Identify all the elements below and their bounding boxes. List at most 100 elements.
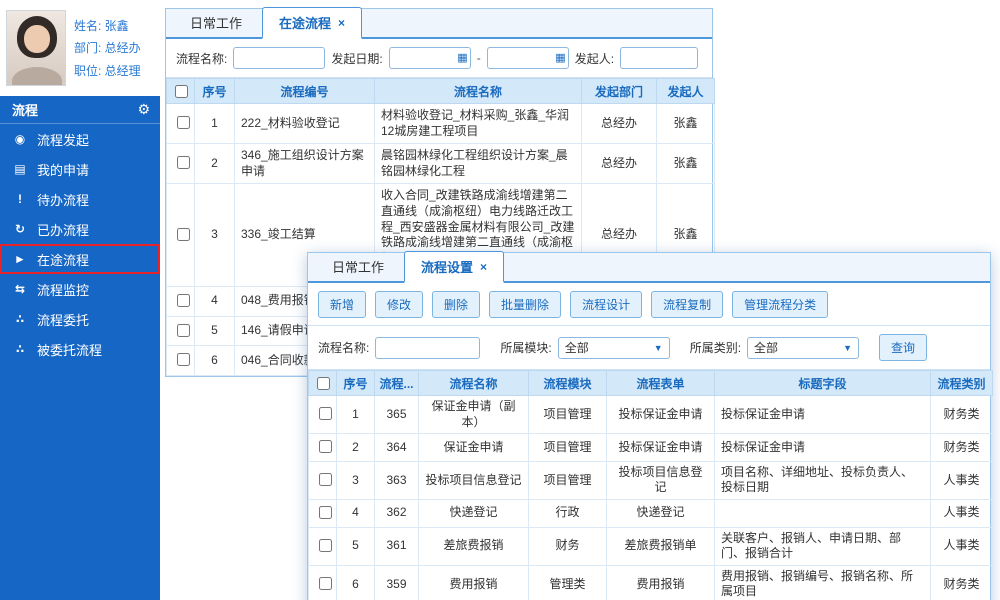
tab-label: 流程设置 bbox=[421, 257, 473, 276]
toolbar-button[interactable]: 修改 bbox=[375, 291, 423, 318]
window2-toolbar: 新增 修改 删除 批量删除 流程设计 流程复制 管理流程分类 bbox=[308, 283, 990, 326]
toolbar-button[interactable]: 删除 bbox=[432, 291, 480, 318]
close-tab-icon[interactable]: × bbox=[338, 17, 345, 29]
row-checkbox[interactable] bbox=[177, 353, 190, 366]
sidebar-menu-item[interactable]: ∴ 被委托流程 bbox=[0, 334, 160, 364]
row-checkbox[interactable] bbox=[319, 473, 332, 486]
process-definition-row[interactable]: 2 364 保证金申请 项目管理 投标保证金申请 投标保证金申请 财务类 bbox=[309, 434, 993, 462]
cell-process-name: 投标项目信息登记 bbox=[419, 461, 529, 499]
process-definition-row[interactable]: 6 359 费用报销 管理类 费用报销 费用报销、报销编号、报销名称、所属项目 … bbox=[309, 565, 993, 600]
chevron-down-icon: ▼ bbox=[843, 343, 852, 353]
col-header-title-fields: 标题字段 bbox=[715, 371, 931, 396]
process-name-input-2[interactable] bbox=[375, 337, 480, 359]
select-all-checkbox[interactable] bbox=[175, 85, 188, 98]
sidebar-menu-item[interactable]: ! 待办流程 bbox=[0, 184, 160, 214]
sidebar-menu-item[interactable]: ∴ 流程委托 bbox=[0, 304, 160, 334]
cell-form: 费用报销 bbox=[607, 565, 715, 600]
cell-process-code: 365 bbox=[375, 396, 419, 434]
cell-module: 财务 bbox=[529, 527, 607, 565]
row-checkbox[interactable] bbox=[319, 440, 332, 453]
process-settings-table: 序号 流程... 流程名称 流程模块 流程表单 标题字段 流程类别 1 365 … bbox=[308, 370, 993, 600]
cell-process-code: 346_施工组织设计方案申请 bbox=[235, 144, 375, 184]
gear-icon[interactable]: ⚙ bbox=[137, 101, 150, 118]
cell-category: 财务类 bbox=[931, 434, 993, 462]
cell-category: 人事类 bbox=[931, 461, 993, 499]
col-header-process-code: 流程... bbox=[375, 371, 419, 396]
initiator-input[interactable] bbox=[620, 47, 698, 69]
process-name-label: 流程名称: bbox=[176, 50, 227, 67]
avatar bbox=[6, 10, 66, 86]
toolbar-button[interactable]: 批量删除 bbox=[489, 291, 561, 318]
tab-process-settings[interactable]: 流程设置 × bbox=[404, 251, 504, 283]
sidebar-menu-item[interactable]: ◉ 流程发起 bbox=[0, 124, 160, 154]
process-name-label-2: 流程名称: bbox=[318, 339, 369, 356]
row-checkbox[interactable] bbox=[319, 539, 332, 552]
menu-item-label: 待办流程 bbox=[37, 190, 89, 209]
row-checkbox[interactable] bbox=[319, 506, 332, 519]
cell-no: 6 bbox=[337, 565, 375, 600]
cell-initiator: 张鑫 bbox=[657, 104, 715, 144]
col-header-no: 序号 bbox=[337, 371, 375, 396]
toolbar-button[interactable]: 流程设计 bbox=[570, 291, 642, 318]
cell-process-name: 晨铭园林绿化工程组织设计方案_晨铭园林绿化工程 bbox=[375, 144, 582, 184]
menu-item-label: 我的申请 bbox=[37, 160, 89, 179]
cell-title-fields: 投标保证金申请 bbox=[715, 434, 931, 462]
cell-process-code: 359 bbox=[375, 565, 419, 600]
process-definition-row[interactable]: 1 365 保证金申请（副本） 项目管理 投标保证金申请 投标保证金申请 财务类 bbox=[309, 396, 993, 434]
close-tab-icon[interactable]: × bbox=[480, 261, 487, 273]
cell-process-name: 材料验收登记_材料采购_张鑫_华润12城房建工程项目 bbox=[375, 104, 582, 144]
cell-no: 5 bbox=[195, 316, 235, 346]
toolbar-button[interactable]: 新增 bbox=[318, 291, 366, 318]
profile-position: 职位: 总经理 bbox=[74, 62, 141, 79]
row-checkbox[interactable] bbox=[177, 324, 190, 337]
row-checkbox[interactable] bbox=[177, 294, 190, 307]
process-name-input[interactable] bbox=[233, 47, 325, 69]
row-checkbox[interactable] bbox=[177, 156, 190, 169]
cell-process-code: 222_材料验收登记 bbox=[235, 104, 375, 144]
process-definition-row[interactable]: 3 363 投标项目信息登记 项目管理 投标项目信息登记 项目名称、详细地址、投… bbox=[309, 461, 993, 499]
col-header-module: 流程模块 bbox=[529, 371, 607, 396]
process-row[interactable]: 1 222_材料验收登记 材料验收登记_材料采购_张鑫_华润12城房建工程项目 … bbox=[167, 104, 715, 144]
cell-process-name: 保证金申请（副本） bbox=[419, 396, 529, 434]
row-checkbox[interactable] bbox=[319, 407, 332, 420]
process-settings-window: 日常工作 流程设置 × 新增 修改 删除 批量删除 流程设计 流程复制 管理流程… bbox=[307, 252, 991, 600]
cell-form: 投标项目信息登记 bbox=[607, 461, 715, 499]
cell-title-fields: 费用报销、报销编号、报销名称、所属项目 bbox=[715, 565, 931, 600]
process-definition-row[interactable]: 5 361 差旅费报销 财务 差旅费报销单 关联客户、报销人、申请日期、部门、报… bbox=[309, 527, 993, 565]
menu-item-icon: ◉ bbox=[12, 132, 28, 146]
process-row[interactable]: 2 346_施工组织设计方案申请 晨铭园林绿化工程组织设计方案_晨铭园林绿化工程… bbox=[167, 144, 715, 184]
tab-daily-work[interactable]: 日常工作 bbox=[174, 8, 258, 37]
cell-form: 投标保证金申请 bbox=[607, 396, 715, 434]
calendar-icon[interactable]: ▦ bbox=[555, 51, 565, 64]
sidebar-menu-item[interactable]: ► 在途流程 bbox=[0, 244, 160, 274]
cell-no: 3 bbox=[195, 184, 235, 287]
row-checkbox[interactable] bbox=[177, 228, 190, 241]
window1-tabbar: 日常工作 在途流程 × bbox=[166, 9, 712, 39]
tab-daily-work-2[interactable]: 日常工作 bbox=[316, 252, 400, 281]
row-checkbox[interactable] bbox=[319, 577, 332, 590]
menu-item-icon: ► bbox=[12, 252, 28, 266]
select-all-checkbox[interactable] bbox=[317, 377, 330, 390]
module-select[interactable]: 全部 ▼ bbox=[558, 337, 670, 359]
category-select[interactable]: 全部 ▼ bbox=[747, 337, 859, 359]
cell-category: 财务类 bbox=[931, 565, 993, 600]
search-button[interactable]: 查询 bbox=[879, 334, 927, 361]
row-checkbox[interactable] bbox=[177, 116, 190, 129]
sidebar-menu-item[interactable]: ⇆ 流程监控 bbox=[0, 274, 160, 304]
initiator-label: 发起人: bbox=[575, 50, 614, 67]
col-header-form: 流程表单 bbox=[607, 371, 715, 396]
toolbar-button[interactable]: 管理流程分类 bbox=[732, 291, 828, 318]
process-definition-row[interactable]: 4 362 快递登记 行政 快递登记 人事类 bbox=[309, 499, 993, 527]
sidebar-menu-item[interactable]: ▤ 我的申请 bbox=[0, 154, 160, 184]
cell-department: 总经办 bbox=[582, 104, 657, 144]
cell-no: 4 bbox=[195, 286, 235, 316]
cell-module: 项目管理 bbox=[529, 396, 607, 434]
menu-item-label: 流程监控 bbox=[37, 280, 89, 299]
calendar-icon[interactable]: ▦ bbox=[457, 51, 467, 64]
tab-in-transit-process[interactable]: 在途流程 × bbox=[262, 7, 362, 39]
cell-no: 1 bbox=[195, 104, 235, 144]
sidebar-menu-item[interactable]: ↻ 已办流程 bbox=[0, 214, 160, 244]
cell-process-name: 保证金申请 bbox=[419, 434, 529, 462]
toolbar-button[interactable]: 流程复制 bbox=[651, 291, 723, 318]
start-date-label: 发起日期: bbox=[331, 50, 382, 67]
